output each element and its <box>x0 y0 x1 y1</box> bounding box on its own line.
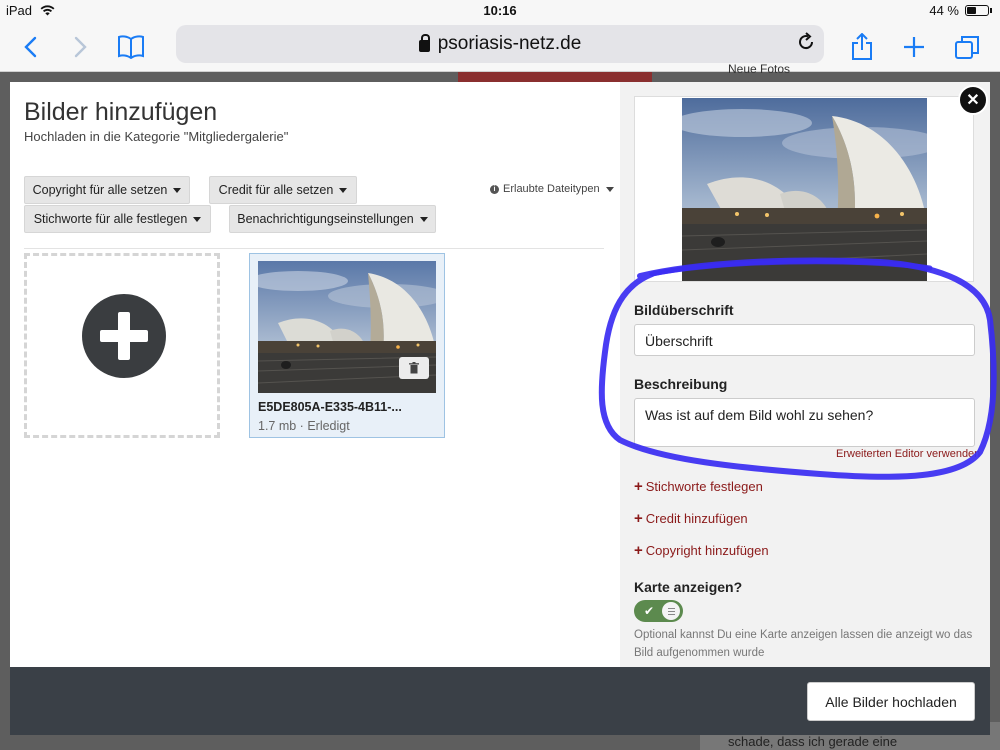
caption-input[interactable]: Überschrift <box>634 324 975 356</box>
description-textarea[interactable]: Was ist auf dem Bild wohl zu sehen? <box>634 398 975 447</box>
check-icon: ✔ <box>644 604 655 618</box>
plus-icon: + <box>634 542 643 559</box>
toggle-knob <box>662 602 680 620</box>
plus-circle-icon <box>82 294 166 378</box>
file-meta: 1.7 mb · Erledigt <box>258 419 350 433</box>
caret-down-icon <box>605 186 614 192</box>
close-icon: ✕ <box>966 92 980 109</box>
caret-down-icon <box>173 187 182 193</box>
upload-pane: Bilder hinzufügen Hochladen in die Kateg… <box>10 82 620 667</box>
battery-icon <box>965 5 989 16</box>
url-text: psoriasis-netz.de <box>437 33 582 54</box>
keywords-all-button[interactable]: Stichworte für alle festlegen <box>24 205 211 233</box>
divider <box>24 248 604 249</box>
image-preview <box>634 96 974 282</box>
info-icon: i <box>490 184 499 194</box>
add-keywords-link[interactable]: + Stichworte festlegen <box>634 478 763 495</box>
status-bar: iPad 10:16 44 % <box>0 0 1000 22</box>
back-icon[interactable] <box>13 30 47 64</box>
forward-icon[interactable] <box>64 30 98 64</box>
map-help-text: Optional kannst Du eine Karte anzeigen l… <box>634 629 973 659</box>
copyright-all-button[interactable]: Copyright für alle setzen <box>24 176 190 204</box>
clock: 10:16 <box>483 3 517 18</box>
background-heading: Neue Fotos <box>728 62 791 76</box>
notifications-button[interactable]: Benachrichtigungseinstellungen <box>229 205 436 233</box>
modal-footer: Alle Bilder hochladen <box>10 667 990 735</box>
trash-icon <box>409 362 419 374</box>
add-credit-link[interactable]: + Credit hinzufügen <box>634 510 748 527</box>
allowed-filetypes-dropdown[interactable]: i Erlaubte Dateitypen <box>490 183 614 195</box>
plus-icon: + <box>634 510 643 527</box>
uploaded-image-card[interactable]: E5DE805A-E335-4B11-... 1.7 mb · Erledigt <box>249 253 445 438</box>
image-details-pane: Bildüberschrift Überschrift Beschreibung… <box>620 82 990 667</box>
preview-image <box>682 98 927 281</box>
add-copyright-link[interactable]: + Copyright hinzufügen <box>634 542 769 559</box>
add-images-modal: Bilder hinzufügen Hochladen in die Kateg… <box>10 82 990 667</box>
modal-subtitle: Hochladen in die Kategorie "Mitgliederga… <box>24 129 289 144</box>
battery-percent: 44 % <box>929 3 959 18</box>
new-tab-icon[interactable] <box>897 30 931 64</box>
address-bar[interactable]: psoriasis-netz.de <box>176 25 824 63</box>
map-label: Karte anzeigen? <box>634 579 743 595</box>
lock-icon <box>418 34 430 52</box>
close-modal-button[interactable]: ✕ <box>958 85 988 115</box>
delete-image-button[interactable] <box>399 357 429 379</box>
caret-down-icon <box>193 216 202 222</box>
reload-icon[interactable] <box>796 32 816 58</box>
share-icon[interactable] <box>845 30 879 64</box>
add-image-dropzone[interactable] <box>24 253 220 438</box>
plus-icon: + <box>634 478 643 495</box>
file-name: E5DE805A-E335-4B11-... <box>258 400 402 414</box>
bookmarks-icon[interactable] <box>114 30 148 64</box>
modal-title: Bilder hinzufügen <box>24 98 218 126</box>
map-toggle[interactable]: ✔ <box>634 600 683 622</box>
advanced-editor-link[interactable]: Erweiterten Editor verwenden <box>836 448 980 460</box>
caret-down-icon <box>419 216 428 222</box>
caret-down-icon <box>339 187 348 193</box>
description-label: Beschreibung <box>634 376 728 392</box>
browser-toolbar: psoriasis-netz.de <box>0 22 1000 72</box>
background-add-button <box>458 72 652 82</box>
tabs-icon[interactable] <box>950 30 984 64</box>
upload-all-button[interactable]: Alle Bilder hochladen <box>807 682 975 721</box>
caption-label: Bildüberschrift <box>634 302 734 318</box>
credit-all-button[interactable]: Credit für alle setzen <box>209 176 357 204</box>
background-comment: schade, dass ich gerade eine <box>728 734 898 749</box>
